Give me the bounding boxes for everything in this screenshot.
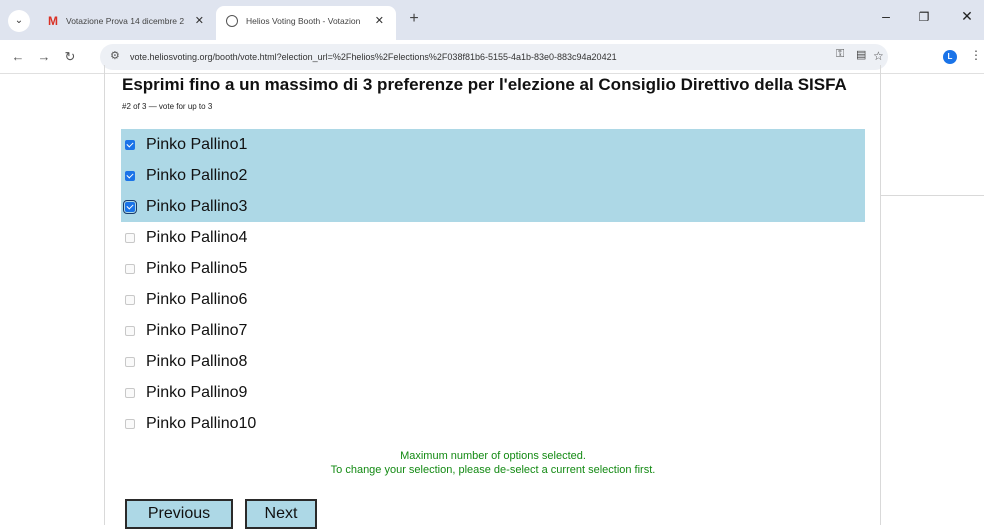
answer-row[interactable]: Pinko Pallino9 xyxy=(121,377,865,408)
answer-label[interactable]: Pinko Pallino7 xyxy=(146,322,247,340)
answer-label[interactable]: Pinko Pallino9 xyxy=(146,384,247,402)
answer-row[interactable]: Pinko Pallino2 xyxy=(121,160,865,191)
restore-icon[interactable]: ❐ xyxy=(912,10,936,24)
answer-checkbox[interactable] xyxy=(125,139,135,150)
answer-checkbox[interactable] xyxy=(125,170,135,181)
answer-label[interactable]: Pinko Pallino8 xyxy=(146,353,247,371)
minimize-icon[interactable]: – xyxy=(874,8,898,24)
menu-kebab-icon[interactable]: ⋮ xyxy=(970,48,982,62)
profile-avatar[interactable]: L xyxy=(943,50,957,64)
answer-label[interactable]: Pinko Pallino5 xyxy=(146,260,247,278)
tab-helios[interactable]: Helios Voting Booth - Votazion ✕ xyxy=(216,6,396,40)
tab-title: Votazione Prova 14 dicembre 2 xyxy=(66,16,185,26)
warning-line-2: To change your selection, please de-sele… xyxy=(330,464,656,476)
previous-button[interactable]: Previous xyxy=(125,499,233,529)
answer-row[interactable]: Pinko Pallino6 xyxy=(121,284,865,315)
answer-label[interactable]: Pinko Pallino2 xyxy=(146,167,247,185)
answer-row[interactable]: Pinko Pallino4 xyxy=(121,222,865,253)
answer-checkbox[interactable] xyxy=(123,199,137,214)
answer-list: Pinko Pallino1 Pinko Pallino2 Pinko Pallin… xyxy=(121,129,865,439)
next-button[interactable]: Next xyxy=(245,499,317,529)
page-viewport: Esprimi fino a un massimo di 3 preferenz… xyxy=(0,65,984,529)
tab-title: Helios Voting Booth - Votazion xyxy=(246,16,361,26)
answer-row[interactable]: Pinko Pallino3 xyxy=(121,191,865,222)
max-selection-warning: Maximum number of options selected. To c… xyxy=(121,449,865,477)
answer-row[interactable]: Pinko Pallino10 xyxy=(121,408,865,439)
back-icon[interactable]: ← xyxy=(8,47,28,67)
divider xyxy=(881,195,984,196)
answer-checkbox[interactable] xyxy=(125,294,135,305)
answer-row[interactable]: Pinko Pallino8 xyxy=(121,346,865,377)
answer-checkbox[interactable] xyxy=(125,356,135,367)
new-tab-icon[interactable]: + xyxy=(404,9,424,29)
answer-checkbox[interactable] xyxy=(125,418,135,429)
site-info-icon[interactable]: ⚙ xyxy=(110,49,120,62)
answer-label[interactable]: Pinko Pallino6 xyxy=(146,291,247,309)
bookmark-star-icon[interactable]: ☆ xyxy=(873,49,884,63)
translate-icon[interactable]: ▤ xyxy=(856,48,866,61)
forward-icon[interactable]: → xyxy=(34,47,54,67)
tab-close-icon[interactable]: ✕ xyxy=(375,6,384,36)
question-subtitle: #2 of 3 — vote for up to 3 xyxy=(122,102,213,111)
tab-gmail[interactable]: M Votazione Prova 14 dicembre 2 ✕ xyxy=(36,6,216,40)
warning-line-1: Maximum number of options selected. xyxy=(400,450,586,462)
answer-label[interactable]: Pinko Pallino1 xyxy=(146,136,247,154)
answer-row[interactable]: Pinko Pallino7 xyxy=(121,315,865,346)
answer-checkbox[interactable] xyxy=(125,325,135,336)
tab-bar: ⌄ M Votazione Prova 14 dicembre 2 ✕ Heli… xyxy=(0,0,984,40)
answer-checkbox[interactable] xyxy=(125,387,135,398)
answer-row[interactable]: Pinko Pallino1 xyxy=(121,129,865,160)
tab-close-icon[interactable]: ✕ xyxy=(195,6,204,36)
answer-label[interactable]: Pinko Pallino3 xyxy=(146,198,247,216)
answer-row[interactable]: Pinko Pallino5 xyxy=(121,253,865,284)
globe-icon xyxy=(226,15,238,27)
tab-search-dropdown-icon[interactable]: ⌄ xyxy=(8,10,30,32)
answer-label[interactable]: Pinko Pallino10 xyxy=(146,415,256,433)
gmail-icon: M xyxy=(48,14,58,28)
key-icon[interactable]: ⚿ xyxy=(836,48,844,61)
answer-label[interactable]: Pinko Pallino4 xyxy=(146,229,247,247)
question-title: Esprimi fino a un massimo di 3 preferenz… xyxy=(122,75,847,94)
answer-checkbox[interactable] xyxy=(125,263,135,274)
close-window-icon[interactable]: ✕ xyxy=(955,8,979,25)
answer-checkbox[interactable] xyxy=(125,232,135,243)
reload-icon[interactable]: ↻ xyxy=(60,47,80,67)
